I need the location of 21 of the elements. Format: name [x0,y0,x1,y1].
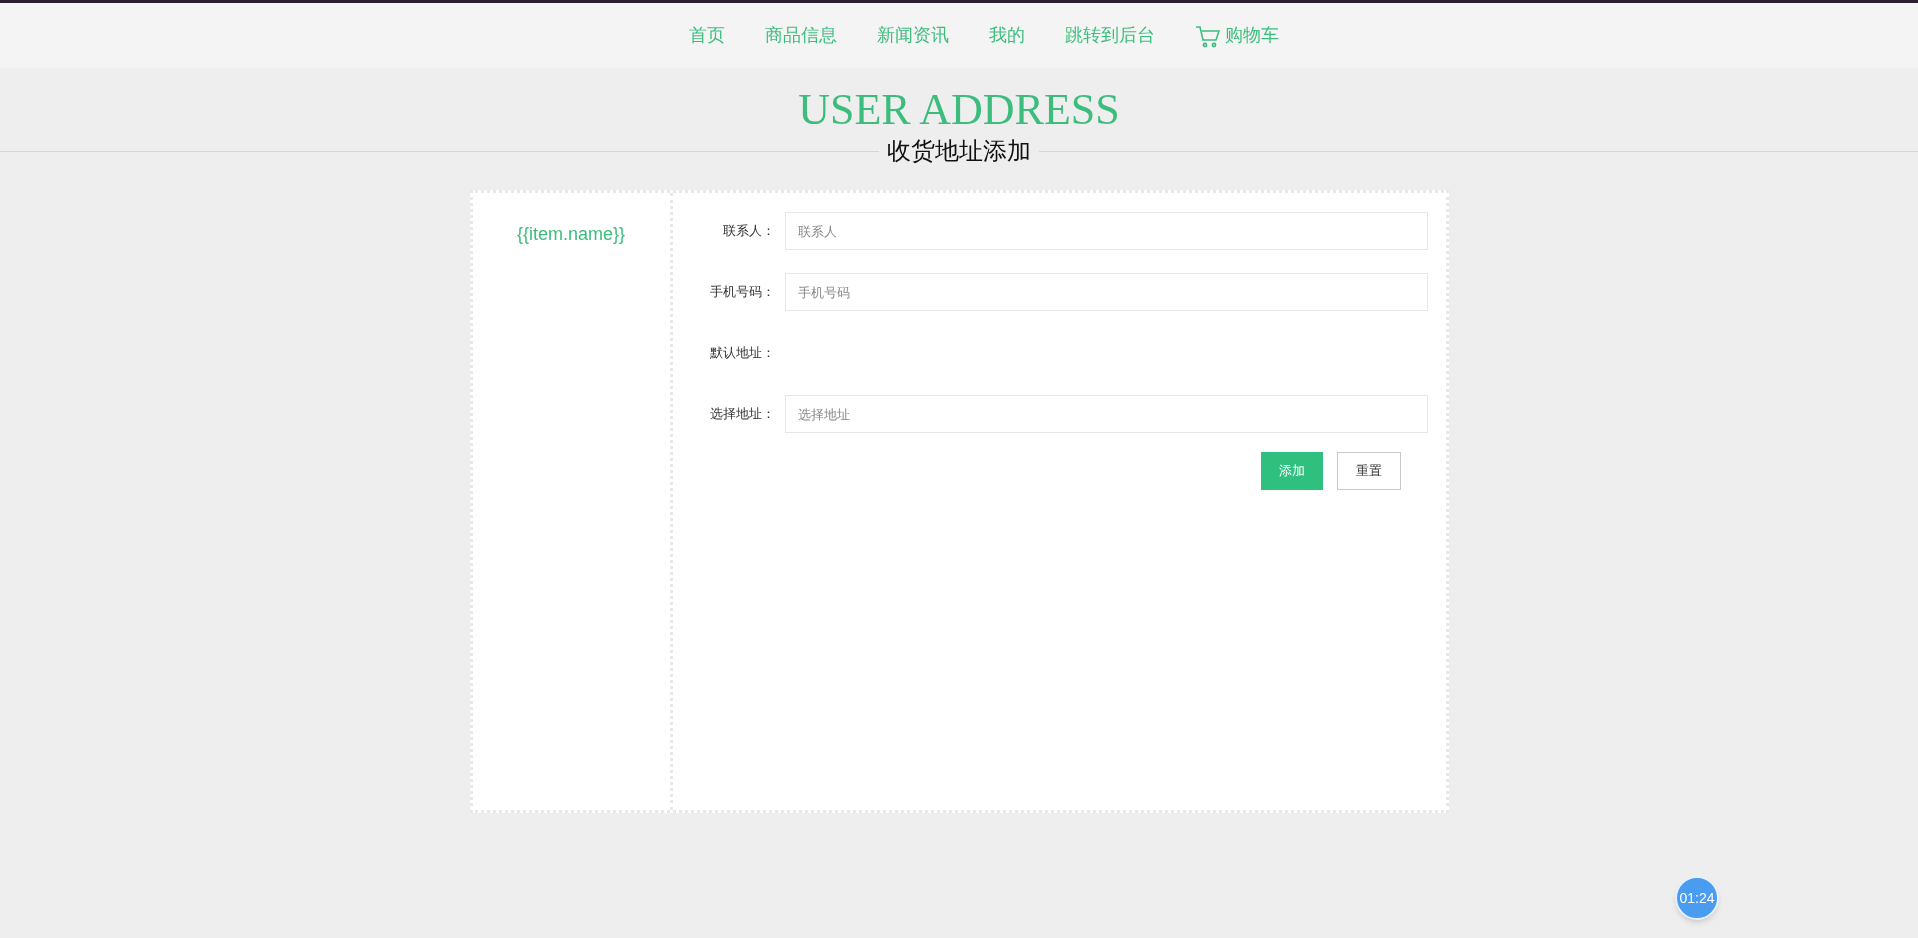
reset-button[interactable]: 重置 [1336,452,1401,490]
nav-link[interactable]: 商品信息 [765,22,837,49]
field-label: 手机号码： [708,283,776,302]
nav-link[interactable]: 新闻资讯 [877,22,949,49]
cart-icon [1195,25,1221,49]
input-field[interactable]: 联系人 [784,212,1428,250]
cart-link[interactable]: 购物车 [1195,22,1279,49]
nav-link[interactable]: 跳转到后台 [1065,22,1155,49]
cart-label: 购物车 [1225,24,1279,47]
field-label: 默认地址： [708,344,776,363]
page-subtitle: 收货地址添加 [886,136,1032,166]
sidebar-item[interactable]: {{item.name}} [516,221,626,248]
input-field[interactable]: 手机号码 [784,273,1428,311]
input-field[interactable]: 选择地址 [784,395,1428,433]
add-button[interactable]: 添加 [1260,452,1323,490]
field-label: 选择地址： [708,405,776,424]
nav-link[interactable]: 我的 [989,22,1025,49]
nav-link[interactable]: 首页 [689,22,725,49]
field-label: 联系人： [721,222,776,241]
page-title: USER ADDRESS [798,86,1120,134]
timer-badge[interactable]: 01:24 [1675,876,1719,920]
